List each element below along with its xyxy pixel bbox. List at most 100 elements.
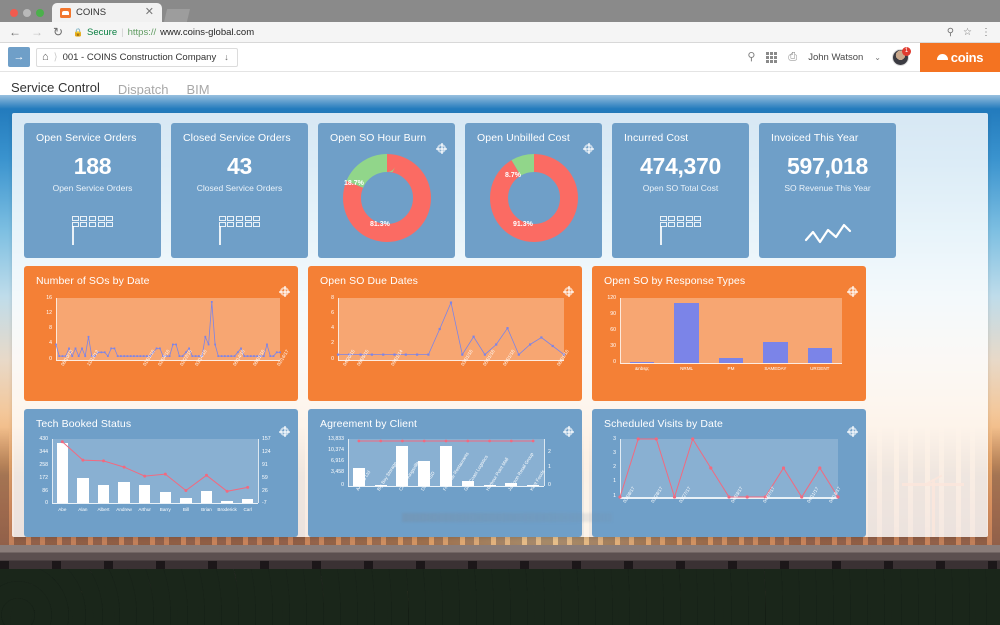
bar [807,347,832,363]
chevron-down-icon[interactable]: ↓ [224,52,229,62]
bar [674,303,699,363]
sidebar-toggle-icon[interactable]: → [8,47,30,67]
kpi-card-open-unbilled-cost[interactable]: Open Unbilled Cost 8.7% 91.3% [465,123,602,258]
x-tick: Andrew [116,507,132,512]
y-tick: 30 [610,343,616,349]
browser-menu-icon[interactable]: ⋮ [981,27,991,38]
forward-arrow-icon[interactable]: → [31,26,43,38]
kpi-value: 43 [227,153,252,179]
kpi-card-open-service-orders[interactable]: Open Service Orders 188 Open Service Ord… [24,123,161,258]
y-tick: 344 [39,449,48,455]
kpi-card-incurred-cost[interactable]: Incurred Cost 474,370 Open SO Total Cost [612,123,749,258]
chart-card-open-so-by-response-types[interactable]: Open SO by Response Types 120 90 60 30 0… [592,266,866,401]
series-due [336,301,566,356]
chart-card-number-of-sos-by-date[interactable]: Number of SOs by Date 16 12 8 4 0 08/10/… [24,266,298,401]
y-tick: 430 [39,436,48,442]
card-title: Open SO by Response Types [604,275,746,287]
card-title: Closed Service Orders [183,132,291,144]
y-tick: 0 [331,356,334,362]
app-top-bar: → ⌂ ⟩ 001 - COINS Construction Company ↓… [0,42,1000,72]
reload-icon[interactable]: ↻ [53,26,63,38]
y-tick: 3 [613,450,616,456]
coins-logo[interactable]: coins [920,42,1000,72]
y-tick: 3,458 [331,469,344,475]
x-tick: Carl [243,507,252,512]
y-tick: 4 [331,325,334,331]
kpi-value: 188 [73,153,112,179]
back-arrow-icon[interactable]: ← [9,26,21,38]
breadcrumb-label: 001 - COINS Construction Company [62,51,217,63]
chart-card-open-so-due-dates[interactable]: Open SO Due Dates 8 6 4 2 0 04/20/15 08/… [308,266,582,401]
top-fade [0,95,1000,109]
x-tick: SAMEDAY [764,366,787,371]
y-tick: 172 [39,475,48,481]
dashboard-background: Open Service Orders 188 Open Service Ord… [0,95,1000,625]
window-minimize-button[interactable] [23,9,31,17]
donut-slice-label-red: 91.3% [513,221,533,228]
x-tick: Albert [97,507,110,512]
url-scheme: https:// [127,26,157,38]
close-icon[interactable]: ✕ [145,7,154,18]
kpi-subtitle: Closed Service Orders [196,183,283,193]
card-title: Incurred Cost [624,132,689,144]
chevron-right-icon: ⟩ [53,51,58,63]
y-tick: 6 [331,310,334,316]
home-icon[interactable]: ⌂ [42,51,49,63]
y2-tick: 124 [262,449,271,455]
avatar[interactable]: 1 [892,46,911,66]
card-title: Invoiced This Year [771,132,859,144]
window-close-button[interactable] [10,9,18,17]
x-tick: URGENT [810,366,830,371]
x-tick: Abe [58,507,67,512]
kpi-card-closed-service-orders[interactable]: Closed Service Orders 43 Closed Service … [171,123,308,258]
chart-card-tech-booked-status[interactable]: Tech Booked Status 430 344 258 172 86 0 [24,409,298,537]
kpi-card-invoiced-this-year[interactable]: Invoiced This Year 597,018 SO Revenue Th… [759,123,896,258]
browser-tab[interactable]: COINS ✕ [52,3,162,22]
browser-tab-title: COINS [76,7,107,18]
card-title: Number of SOs by Date [36,275,150,287]
kpi-row: Open Service Orders 188 Open Service Ord… [24,123,976,258]
calculator-icon [24,215,161,245]
series-visits [618,437,840,499]
background-text-strip [402,513,612,522]
y-tick: 8 [331,295,334,301]
page-search-icon[interactable]: ⚲ [947,27,954,38]
x-tick: PM [727,366,735,371]
chevron-down-icon[interactable]: ⌄ [874,53,881,62]
card-title: Scheduled Visits by Date [604,418,723,430]
new-tab-icon[interactable] [164,9,190,22]
card-title: Open Service Orders [36,132,137,144]
app-toolbar: ⚲ ⎙ John Watson ⌄ 1 coins [747,42,1000,72]
y-tick: 1 [613,478,616,484]
y2-tick: 1 [548,464,551,470]
brand-label: coins [950,49,984,65]
y-tick: 16 [46,295,52,301]
kpi-value: 474,370 [639,153,722,179]
url-host: www.coins-global.com [160,26,255,38]
lock-icon: 🔒 [73,27,84,37]
bar [718,358,744,363]
printer-icon[interactable]: ⎙ [788,51,797,63]
chart-card-scheduled-visits-by-date[interactable]: Scheduled Visits by Date 3 3 2 1 1 03/08… [592,409,866,537]
y2-tick: 91 [262,462,268,468]
y-tick: 0 [341,482,344,488]
kpi-card-open-so-hour-burn[interactable]: Open SO Hour Burn 18.7% 81.3% [318,123,455,258]
breadcrumb[interactable]: ⌂ ⟩ 001 - COINS Construction Company ↓ [36,47,238,67]
card-title: Open Unbilled Cost [477,132,570,144]
y-tick: 0 [45,500,48,506]
calculator-icon [612,215,749,245]
y-tick: 0 [49,356,52,362]
y2-tick: 2 [548,449,551,455]
address-bar[interactable]: 🔒 Secure | https://www.coins-global.com [73,27,937,38]
line-chart-icon [759,223,896,245]
bookmark-star-icon[interactable]: ☆ [963,27,972,38]
y-tick: 12 [46,310,52,316]
window-maximize-button[interactable] [36,9,44,17]
window-controls[interactable] [6,9,52,22]
apps-grid-icon[interactable] [766,51,778,63]
y-tick: 0 [613,359,616,365]
y2-tick: 59 [262,475,268,481]
search-icon[interactable]: ⚲ [747,51,755,63]
secure-label: Secure [87,26,118,38]
x-tick: Bill [182,507,189,512]
